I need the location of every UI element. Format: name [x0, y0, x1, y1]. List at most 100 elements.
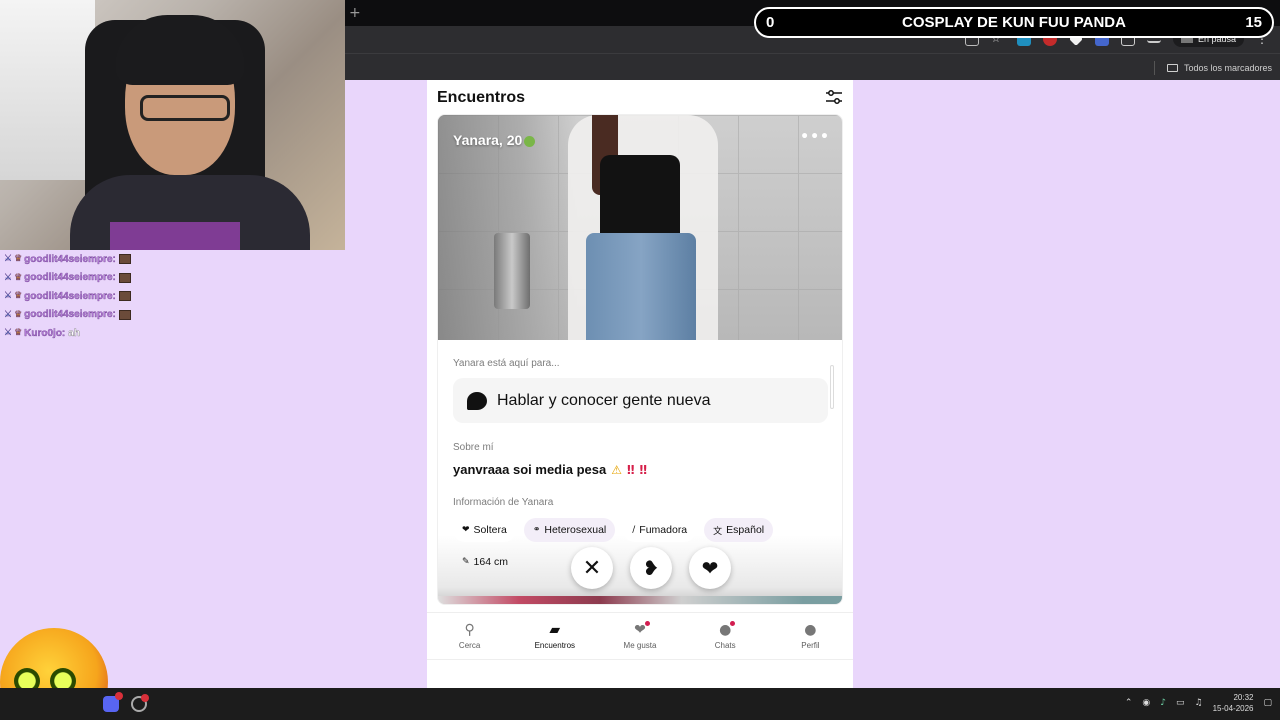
chip-label: Español	[726, 524, 765, 536]
chat-username: goodlit44seiempre:	[24, 309, 116, 321]
microphone-icon[interactable]: ♪	[1160, 698, 1166, 708]
crown-badge-icon: ♛	[14, 328, 23, 339]
chip-height: ✎ 164 cm	[453, 550, 517, 574]
tab-label: Chats	[714, 641, 736, 650]
heart-arrow-icon: ❥	[642, 556, 660, 580]
tab-chats[interactable]: ● Chats	[683, 613, 768, 659]
chat-username: Kuro0jo:	[24, 327, 66, 339]
chat-bubble-icon: ●	[719, 621, 736, 638]
discord-tray-icon[interactable]: ◉	[1142, 698, 1150, 708]
heart-icon: ❤	[462, 525, 470, 535]
webcam-glasses	[140, 95, 230, 121]
profile-photo[interactable]: Yanara, 20 •••	[438, 115, 842, 340]
about-text: yanvraaa soi media pesa	[453, 462, 607, 477]
notification-dot	[730, 621, 736, 626]
sword-badge-icon: ⚔	[4, 309, 13, 320]
profile-name-age: Yanara, 20	[453, 132, 536, 148]
chat-message: ⚔ ♛ goodlit44seiempre:	[4, 250, 344, 269]
new-tab-button[interactable]: +	[349, 5, 361, 21]
chip-relationship: ❤ Soltera	[453, 518, 516, 542]
chat-message: ⚔ ♛ Kuro0jo: ah	[4, 324, 344, 343]
app-header: Encuentros	[427, 80, 853, 114]
chat-message: ⚔ ♛ goodlit44seiempre:	[4, 306, 344, 325]
chat-username: goodlit44seiempre:	[24, 290, 116, 302]
sword-badge-icon: ⚔	[4, 328, 13, 339]
tab-perfil[interactable]: ● Perfil	[768, 613, 853, 659]
emote-icon	[118, 254, 131, 265]
all-bookmarks-button[interactable]: Todos los marcadores	[1153, 61, 1272, 75]
cigarette-icon: ∕	[632, 525, 636, 535]
clock[interactable]: 20:32 15-04-2026	[1213, 692, 1254, 714]
chat-username: goodlit44seiempre:	[24, 272, 116, 284]
tab-label: Cerca	[458, 641, 481, 650]
next-photo-peek	[438, 596, 842, 604]
chip-language: 文 Español	[704, 518, 774, 542]
crush-button[interactable]: ❥	[630, 547, 672, 589]
obs-taskbar-icon[interactable]	[131, 694, 149, 712]
system-tray: ⌃ ◉ ♪ ▭ ♫ 20:32 15-04-2026 ▢	[1125, 692, 1272, 714]
double-exclamation-icon: ‼	[626, 462, 635, 477]
bottom-tab-bar: ⚲ Cerca ▰ Encuentros ❤ Me gusta ● Chats …	[427, 612, 853, 660]
discord-taskbar-icon[interactable]	[103, 692, 123, 712]
recording-badge	[141, 694, 149, 702]
chevron-up-icon[interactable]: ⌃	[1125, 698, 1133, 708]
crown-badge-icon: ♛	[14, 309, 23, 320]
cards-icon: ▰	[549, 622, 561, 638]
webcam-shirt-print	[110, 222, 240, 250]
profile-card[interactable]: Yanara, 20 ••• Yanara está aquí para... …	[437, 114, 843, 605]
heart-icon: ❤	[701, 556, 719, 580]
stream-chat: ⚔ ♛ goodlit44seiempre: ⚔ ♛ goodlit44seiemp…	[4, 250, 344, 343]
more-options-icon[interactable]: •••	[800, 129, 830, 145]
chip-label: Fumadora	[639, 524, 688, 536]
double-exclamation-icon: ‼	[639, 462, 648, 477]
crown-badge-icon: ♛	[14, 272, 23, 283]
sword-badge-icon: ⚔	[4, 272, 13, 283]
webcam-feed	[0, 0, 345, 250]
scrollbar[interactable]	[830, 365, 834, 409]
ruler-icon: ✎	[462, 557, 470, 567]
overlay-title: COSPLAY DE KUN FUU PANDA	[902, 14, 1126, 31]
overlay-left-count: 0	[766, 14, 775, 31]
like-button[interactable]: ❤	[689, 547, 731, 589]
network-icon[interactable]: ▭	[1176, 698, 1185, 708]
intent-label: Yanara está aquí para...	[453, 358, 560, 369]
intent-text: Hablar y conocer gente nueva	[497, 391, 711, 409]
translate-icon: 文	[713, 526, 723, 537]
chip-label: 164 cm	[473, 556, 508, 568]
notification-dot	[644, 621, 650, 626]
notifications-icon[interactable]: ▢	[1263, 698, 1272, 708]
volume-icon[interactable]: ♫	[1194, 698, 1202, 708]
chat-message-text: ah	[68, 327, 80, 339]
emote-icon	[118, 272, 131, 283]
crown-badge-icon: ♛	[14, 291, 23, 302]
clock-date: 15-04-2026	[1212, 704, 1254, 713]
taskbar: ⌃ ◉ ♪ ▭ ♫ 20:32 15-04-2026 ▢	[0, 688, 1280, 720]
photo-jeans	[586, 233, 696, 340]
profile-name-age-text: Yanara, 20	[453, 132, 523, 148]
chat-bubble-icon	[467, 391, 487, 410]
tab-cerca[interactable]: ⚲ Cerca	[427, 613, 512, 659]
chip-smoking: ∕ Fumadora	[623, 518, 697, 542]
location-pin-icon: ⚲	[464, 622, 475, 638]
intent-pill: Hablar y conocer gente nueva	[453, 378, 828, 423]
dislike-button[interactable]: ✕	[571, 547, 613, 589]
filter-icon[interactable]	[825, 89, 843, 105]
about-section: yanvraaa soi media pesa ⚠ ‼ ‼	[453, 462, 647, 477]
chip-orientation: ⚭ Heterosexual	[523, 518, 616, 542]
verified-icon	[524, 135, 536, 147]
tab-encuentros[interactable]: ▰ Encuentros	[512, 613, 597, 659]
close-icon: ✕	[582, 555, 602, 581]
chip-label: Heterosexual	[544, 524, 607, 536]
hearts-icon: ❤	[634, 621, 650, 638]
warning-icon: ⚠	[611, 462, 622, 477]
notification-badge	[115, 692, 123, 700]
chip-label: Soltera	[473, 524, 507, 536]
folder-icon	[1166, 64, 1178, 72]
tab-me-gusta[interactable]: ❤ Me gusta	[597, 613, 682, 659]
all-bookmarks-label: Todos los marcadores	[1183, 63, 1272, 73]
user-icon: ●	[804, 622, 817, 638]
sword-badge-icon: ⚔	[4, 254, 13, 265]
action-buttons: ✕ ❥ ❤	[571, 547, 731, 589]
about-label: Sobre mí	[453, 442, 494, 453]
page-title: Encuentros	[437, 89, 526, 106]
